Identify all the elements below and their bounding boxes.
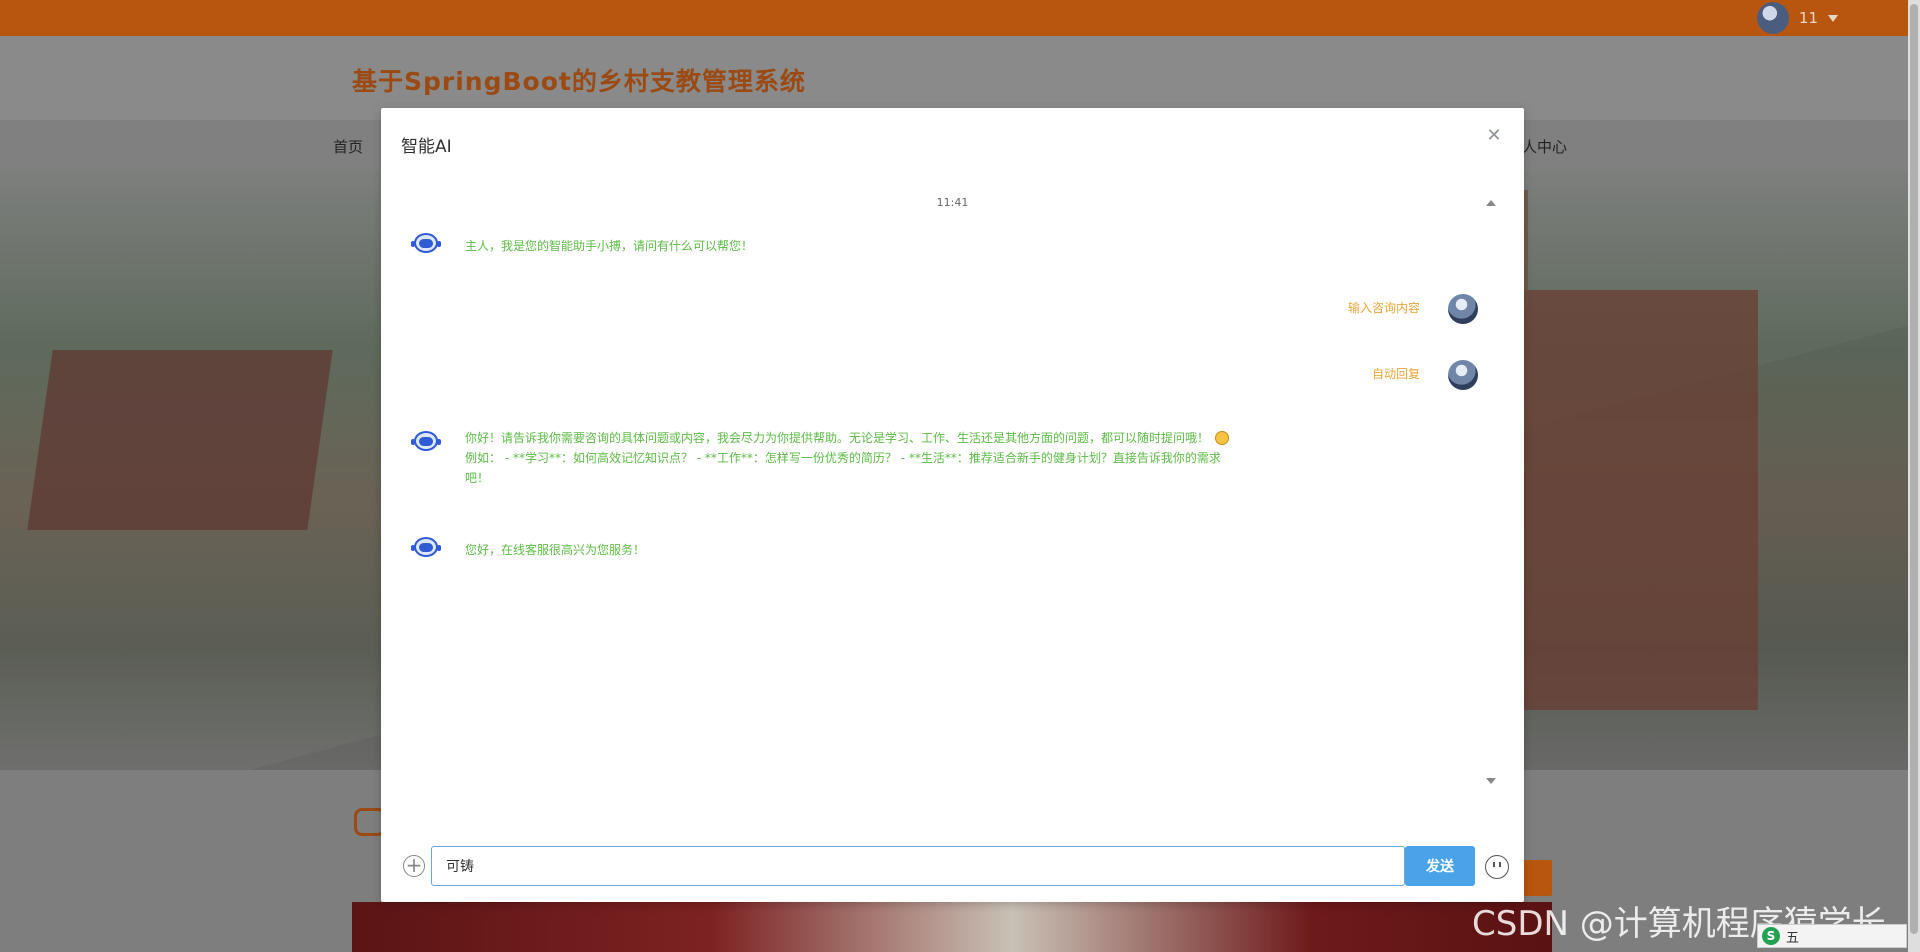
message-user: 自动回复 <box>1372 360 1478 390</box>
dialog-title: 智能AI <box>401 137 452 157</box>
message-timestamp: 11:41 <box>936 196 969 209</box>
scrollbar-thumb[interactable] <box>1910 4 1918 934</box>
bot-avatar-icon <box>411 534 441 562</box>
ime-mode-label[interactable]: 五 <box>1786 927 1799 946</box>
message-text-part: 例如： - **学习**：如何高效记忆知识点？ - **工作**：怎样写一份优秀… <box>465 451 1221 485</box>
scroll-up-icon[interactable] <box>1486 200 1496 206</box>
user-avatar <box>1448 294 1478 324</box>
avatar[interactable] <box>1756 2 1789 34</box>
top-bar: 11 <box>0 0 1908 36</box>
emoji-picker-icon[interactable] <box>1485 855 1509 879</box>
building-shape <box>1498 290 1758 710</box>
scroll-down-icon[interactable] <box>1486 778 1496 784</box>
close-icon[interactable]: ✕ <box>1484 126 1504 146</box>
message-text: 自动回复 <box>1371 367 1420 381</box>
site-title: 基于SpringBoot的乡村支教管理系统 <box>352 67 806 96</box>
message-bot: 主人，我是您的智能助手小搏，请问有什么可以帮您！ <box>411 230 753 258</box>
nav-item-home[interactable]: 首页 <box>333 136 363 157</box>
message-user: 输入咨询内容 <box>1348 294 1478 324</box>
username[interactable]: 11 <box>1799 9 1818 27</box>
nav-item-personal-center[interactable]: 人中心 <box>1522 136 1567 157</box>
chat-input[interactable] <box>431 846 1405 886</box>
add-attachment-icon[interactable]: + <box>403 855 425 877</box>
chat-input-row: + 发送 <box>381 844 1524 888</box>
bot-avatar-icon <box>411 428 441 456</box>
message-text: 主人，我是您的智能助手小搏，请问有什么可以帮您！ <box>465 239 754 253</box>
chevron-down-icon[interactable] <box>1828 14 1838 22</box>
bot-avatar-icon <box>411 230 441 258</box>
page-scrollbar[interactable] <box>1908 0 1920 952</box>
user-menu[interactable]: 11 <box>1756 2 1838 34</box>
message-text: 输入咨询内容 <box>1347 301 1420 315</box>
building-shape <box>27 350 333 530</box>
ime-logo-icon[interactable]: S <box>1762 927 1780 945</box>
message-text-part: 你好！请告诉我你需要咨询的具体问题或内容，我会尽力为你提供帮助。无论是学习、工作… <box>465 431 1210 445</box>
message-bot: 你好！请告诉我你需要咨询的具体问题或内容，我会尽力为你提供帮助。无论是学习、工作… <box>411 428 1235 488</box>
message-text: 您好，在线客服很高兴为您服务！ <box>465 543 646 557</box>
user-avatar <box>1448 360 1478 390</box>
food-image <box>352 902 1552 952</box>
send-button[interactable]: 发送 <box>1405 846 1475 886</box>
message-text: 你好！请告诉我你需要咨询的具体问题或内容，我会尽力为你提供帮助。无论是学习、工作… <box>465 428 1235 488</box>
ai-chat-dialog: 智能AI ✕ 11:41 主人，我是您的智能助手小搏，请问有什么可以帮您！ 输入… <box>381 108 1524 902</box>
chat-messages: 11:41 主人，我是您的智能助手小搏，请问有什么可以帮您！ 输入咨询内容 自动… <box>381 188 1524 808</box>
ime-toolbar[interactable]: S 五 <box>1757 924 1907 948</box>
smile-emoji-icon <box>1214 431 1229 445</box>
message-bot: 您好，在线客服很高兴为您服务！ <box>411 534 645 562</box>
